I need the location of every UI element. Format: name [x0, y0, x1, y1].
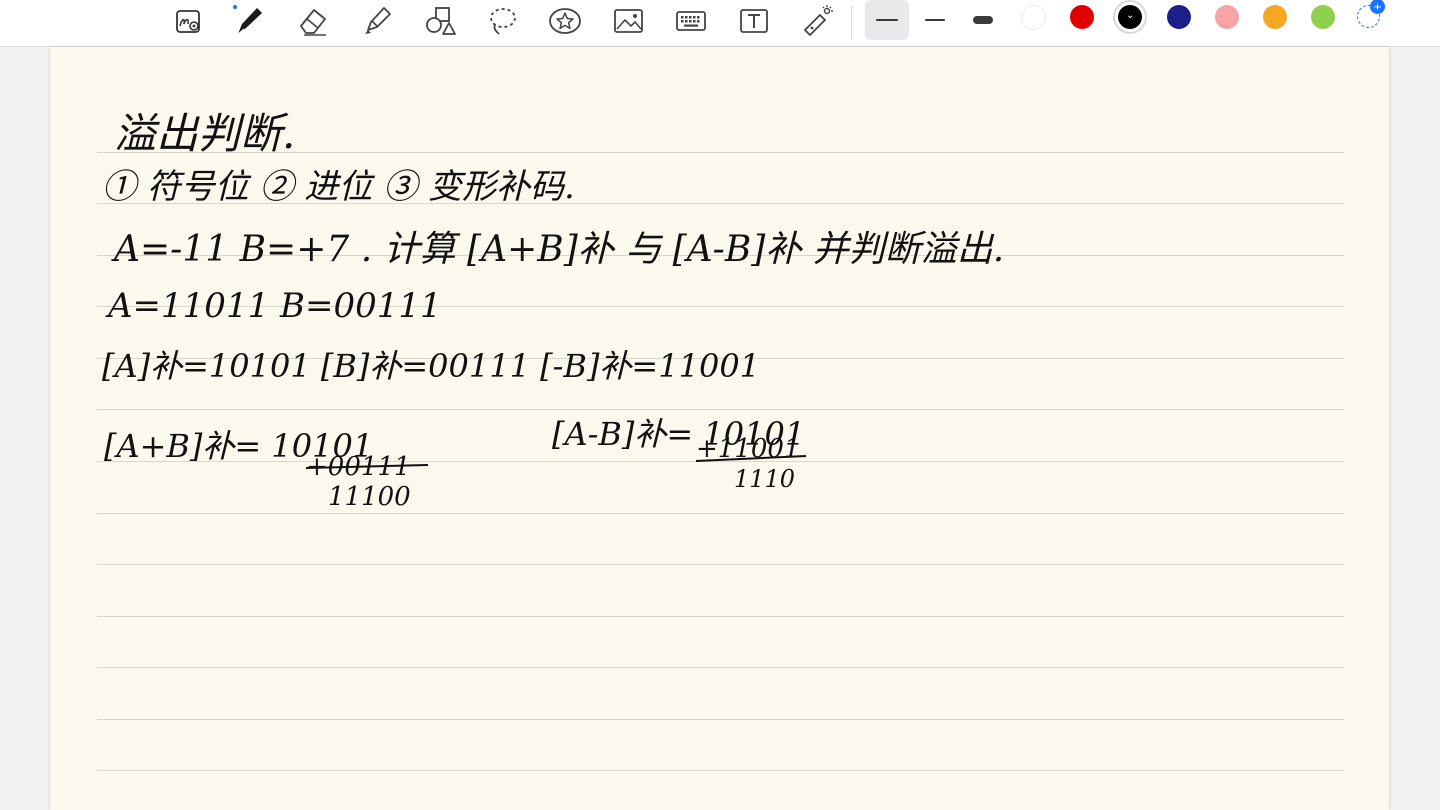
color-white-swatch[interactable]: [1021, 5, 1046, 30]
shapes-icon: [426, 7, 456, 35]
color-orange-swatch[interactable]: [1263, 5, 1287, 29]
color-green-swatch[interactable]: [1311, 5, 1335, 29]
handwriting-layer: 溢出判断. ① 符号位 ② 进位 ③ 变形补码. A=-11 B=+7 . 计算…: [102, 109, 1004, 512]
sticker-tool[interactable]: [545, 3, 585, 39]
handwriting-line: 溢出判断.: [114, 109, 295, 158]
toolbar: ⌄ +: [0, 0, 1440, 47]
toolbar-divider: [851, 6, 852, 40]
fountain-pen-icon: [233, 5, 262, 35]
color-pink-swatch[interactable]: [1215, 5, 1239, 29]
star-sticker-icon: [549, 8, 581, 34]
stroke-thin-icon: [876, 19, 898, 21]
eraser-tool[interactable]: [293, 3, 333, 39]
color-navy-swatch[interactable]: [1167, 5, 1191, 29]
keyboard-tool[interactable]: [671, 3, 711, 39]
laser-pointer-tool[interactable]: [797, 3, 837, 39]
highlighter-tool[interactable]: [357, 3, 397, 39]
plus-icon: +: [1370, 0, 1385, 14]
handwriting-line: ① 符号位 ② 进位 ③ 变形补码.: [102, 167, 575, 207]
stroke-thick-button[interactable]: [961, 0, 1005, 40]
note-page[interactable]: 溢出判断. ① 符号位 ② 进位 ③ 变形补码. A=-11 B=+7 . 计算…: [50, 47, 1389, 810]
text-box-icon: [740, 9, 768, 33]
stroke-thin-button[interactable]: [865, 0, 909, 40]
handwriting-line: A=11011 B=00111: [105, 286, 442, 326]
chevron-down-icon: ⌄: [1126, 10, 1135, 21]
handwriting-line: 1110: [734, 465, 795, 493]
highlighter-icon: [365, 7, 391, 34]
image-icon: [614, 9, 643, 33]
stroke-medium-button[interactable]: [913, 0, 957, 40]
text-box-tool[interactable]: [734, 3, 774, 39]
handwriting-zoom-icon: [176, 10, 200, 33]
shapes-tool[interactable]: [420, 3, 460, 39]
handwriting-line: [A]补=10101 [B]补=00111 [-B]补=11001: [102, 347, 760, 385]
stroke-thick-icon: [973, 16, 993, 24]
lasso-tool[interactable]: [482, 3, 522, 39]
keyboard-icon: [676, 11, 706, 31]
add-color-button[interactable]: +: [1357, 0, 1385, 28]
handwriting-line: 11100: [328, 482, 411, 512]
color-red-swatch[interactable]: [1070, 5, 1094, 29]
handwriting-convert-tool[interactable]: [168, 3, 208, 39]
handwriting-line: A=-11 B=+7 . 计算 [A+B]补 与 [A-B]补 并判断溢出.: [111, 229, 1004, 270]
stroke-medium-icon: [925, 18, 945, 22]
lasso-icon: [490, 8, 516, 35]
image-tool[interactable]: [608, 3, 648, 39]
color-black-swatch[interactable]: ⌄: [1118, 5, 1142, 29]
laser-pointer-icon: [804, 5, 833, 36]
pen-tool[interactable]: [229, 3, 269, 39]
eraser-icon: [300, 9, 326, 36]
